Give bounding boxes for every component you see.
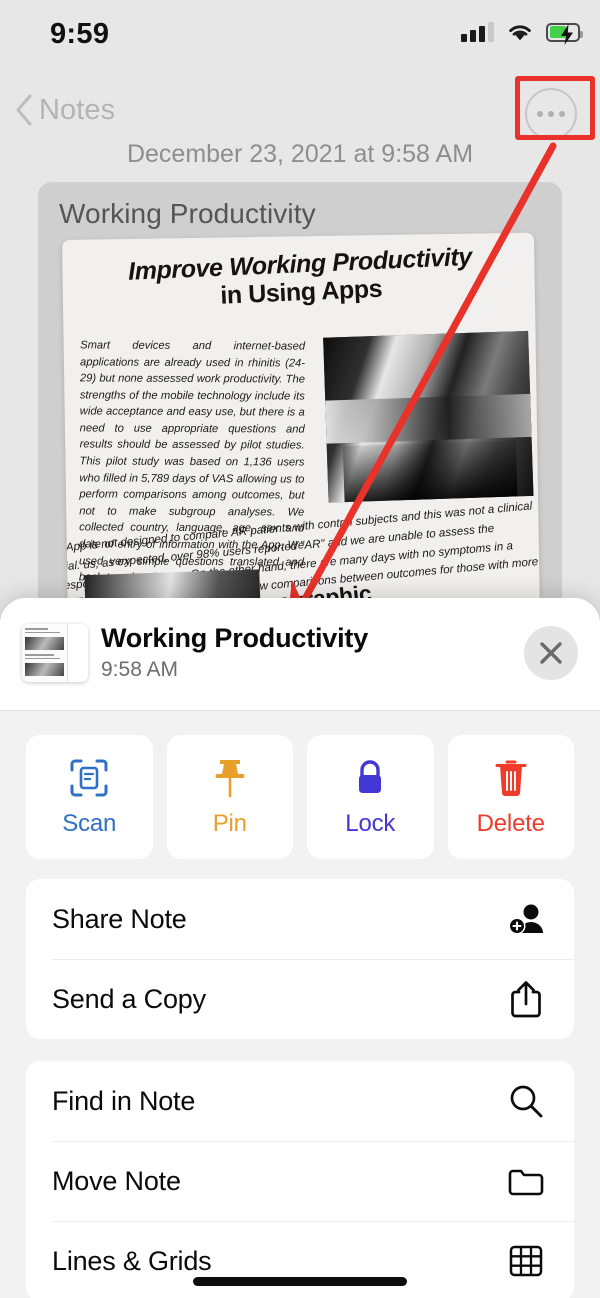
lock-tile[interactable]: Lock [307, 735, 434, 859]
ellipsis-dot [559, 111, 565, 117]
thumb-image [25, 637, 64, 650]
menu-item-label: Find in Note [52, 1085, 196, 1116]
more-options-button[interactable] [525, 88, 577, 140]
delete-tile[interactable]: Delete [447, 735, 574, 859]
back-to-notes-button[interactable]: Notes [14, 80, 115, 140]
folder-icon [504, 1165, 548, 1197]
cellular-signal-icon [461, 22, 494, 42]
menu-item-find-in-note[interactable]: Find in Note [26, 1061, 574, 1141]
wifi-icon [509, 25, 531, 40]
scan-heading-line2: in Using Apps [219, 274, 383, 311]
scan-heading: Improve Working Productivity in Using Ap… [90, 241, 512, 316]
lock-icon [353, 756, 387, 800]
ellipsis-dot [537, 111, 543, 117]
scan-document-icon [69, 756, 109, 800]
pin-tile[interactable]: Pin [166, 735, 293, 859]
close-button[interactable] [524, 626, 578, 680]
battery-charging-icon [546, 22, 583, 45]
menu-group-share: Share Note Send a Copy [26, 879, 574, 1039]
menu-item-move-note[interactable]: Move Note [26, 1141, 574, 1221]
thumb-image [25, 663, 64, 676]
trash-icon [494, 756, 528, 800]
menu-item-label: Lines & Grids [52, 1245, 212, 1276]
status-bar-time: 9:59 [50, 18, 110, 50]
lock-tile-label: Lock [345, 810, 396, 837]
note-date: December 23, 2021 at 9:58 AM [126, 140, 474, 168]
pin-tile-label: Pin [212, 810, 247, 837]
status-bar-icons [461, 22, 583, 45]
scanned-document-image[interactable]: Improve Working Productivity in Using Ap… [62, 232, 541, 612]
note-thumbnail [22, 624, 88, 682]
scan-photo-meeting [323, 330, 534, 503]
menu-item-label: Move Note [52, 1165, 181, 1196]
navigation-bar: Notes [0, 80, 600, 142]
delete-tile-label: Delete [476, 810, 545, 837]
ellipsis-dot [548, 111, 554, 117]
scan-tile-label: Scan [62, 810, 117, 837]
search-icon [504, 1083, 548, 1119]
action-sheet-header: Working Productivity 9:58 AM [0, 598, 600, 710]
person-add-icon [504, 902, 548, 936]
home-indicator [193, 1277, 407, 1286]
menu-item-share-note[interactable]: Share Note [26, 879, 574, 959]
action-sheet-subtitle: 9:58 AM [101, 658, 179, 681]
grid-icon [504, 1244, 548, 1278]
close-icon [540, 642, 562, 664]
scan-tile[interactable]: Scan [26, 735, 153, 859]
note-thumbnail-page [22, 624, 68, 682]
action-sheet-title: Working Productivity [101, 623, 369, 653]
phone-screen: 9:59 Notes December 23, 2021 at 9:58 AM … [0, 0, 600, 1298]
menu-item-lines-and-grids[interactable]: Lines & Grids [26, 1221, 574, 1298]
note-title: Working Productivity [59, 198, 316, 229]
chevron-left-icon [16, 94, 32, 126]
action-sheet: Working Productivity 9:58 AM Scan Pin Lo… [0, 598, 600, 1298]
note-content-card[interactable]: Working Productivity Improve Working Pro… [38, 182, 562, 612]
thumb-line [25, 657, 61, 660]
back-button-label: Notes [39, 93, 116, 126]
quick-action-tiles: Scan Pin Lock Delete [0, 711, 600, 879]
status-bar: 9:59 [0, 0, 600, 62]
share-up-icon [504, 979, 548, 1019]
thumb-line [25, 631, 61, 634]
menu-item-label: Send a Copy [52, 983, 206, 1014]
thumb-line [25, 654, 55, 656]
menu-group-note-actions: Find in Note Move Note Lines & Grids [26, 1061, 574, 1298]
thumb-line [25, 628, 49, 630]
menu-item-send-a-copy[interactable]: Send a Copy [26, 959, 574, 1039]
pin-icon [213, 756, 247, 800]
menu-item-label: Share Note [52, 903, 187, 934]
